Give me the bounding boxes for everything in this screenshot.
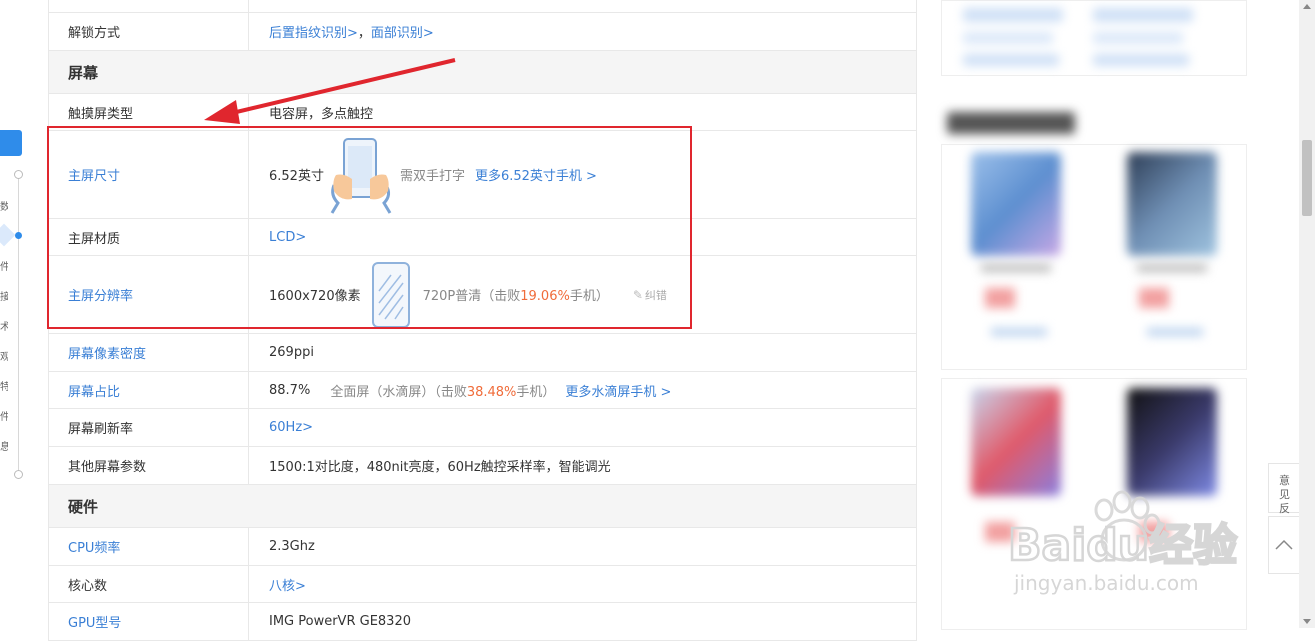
section-title-hardware: 硬件 (48, 485, 917, 528)
blurred-text (1147, 328, 1203, 336)
svg-text:Baidu经验: Baidu经验 (1008, 520, 1237, 571)
nav-label[interactable]: 件 (0, 408, 8, 423)
scroll-down-icon[interactable] (1303, 619, 1311, 624)
back-to-top-button[interactable] (1268, 516, 1300, 574)
baidu-jingyan-watermark: Baidu经验 jingyan.baidu.com (1006, 488, 1246, 598)
nav-current-marker (0, 223, 16, 247)
spec-key-link[interactable]: 屏幕像素密度 (49, 334, 249, 371)
scrollbar-thumb[interactable] (1302, 140, 1312, 216)
spec-key-link[interactable]: 屏幕占比 (49, 372, 249, 408)
table-row-refresh: 屏幕刷新率 60Hz> (48, 409, 917, 447)
spec-key: 其他屏幕参数 (49, 447, 249, 484)
spec-value: 88.7% (269, 382, 311, 398)
annotation-arrow-icon (204, 58, 456, 124)
nav-timeline (18, 174, 19, 474)
refresh-link[interactable]: 60Hz> (269, 420, 313, 435)
spec-key: 核心数 (49, 566, 249, 602)
nav-label[interactable]: 息 (0, 438, 8, 453)
table-row-other: 其他屏幕参数 1500:1对比度，480nit亮度，60Hz触控采样率，智能调光 (48, 447, 917, 485)
cores-link[interactable]: 八核> (269, 575, 306, 594)
blurred-heading (947, 112, 1075, 134)
scroll-up-icon[interactable] (1303, 4, 1311, 9)
spec-value: 269ppi (269, 345, 314, 360)
spec-key-link[interactable]: GPU型号 (49, 603, 249, 640)
table-row-cores: 核心数 八核> (48, 566, 917, 603)
nav-dot[interactable] (14, 470, 23, 479)
svg-text:jingyan.baidu.com: jingyan.baidu.com (1013, 571, 1199, 595)
blurred-text (1137, 264, 1207, 272)
nav-label[interactable]: 术 (0, 318, 8, 333)
blurred-price (1139, 288, 1169, 308)
nav-label[interactable]: 件 (0, 258, 8, 273)
nav-label[interactable]: 数 (0, 198, 8, 213)
spec-value: 2.3Ghz (269, 539, 315, 554)
spec-key: 屏幕刷新率 (49, 409, 249, 446)
spec-value: IMG PowerVR GE8320 (269, 614, 411, 629)
spec-value: 1500:1对比度，480nit亮度，60Hz触控采样率，智能调光 (269, 460, 611, 475)
nav-dot[interactable] (14, 170, 23, 179)
table-row-ratio: 屏幕占比 88.7% 全面屏（水滴屏）（击败38.48%手机） 更多水滴屏手机 … (48, 372, 917, 409)
more-waterdrop-link[interactable]: 更多水滴屏手机 > (565, 381, 671, 400)
phone-thumbnail[interactable] (1127, 152, 1217, 256)
nav-dot-current[interactable] (15, 232, 22, 239)
baidu-paw-logo: Baidu经验 jingyan.baidu.com (1007, 490, 1238, 595)
blurred-text (991, 328, 1047, 336)
table-row-cpu: CPU频率 2.3Ghz (48, 528, 917, 566)
ratio-note: 全面屏（水滴屏）（击败38.48%手机） (330, 384, 556, 400)
table-row-ppi: 屏幕像素密度 269ppi (48, 334, 917, 372)
nav-label[interactable]: 特 (0, 378, 8, 393)
feedback-button[interactable]: 意见反馈 (1268, 463, 1300, 529)
blurred-content (1093, 8, 1203, 68)
phone-thumbnail[interactable] (1127, 388, 1217, 496)
blurred-price (985, 288, 1015, 308)
nav-label[interactable]: 观 (0, 348, 8, 363)
phone-thumbnail[interactable] (971, 388, 1061, 496)
nav-label[interactable]: 接 (0, 288, 8, 303)
spec-key-link[interactable]: CPU频率 (49, 528, 249, 565)
page-scrollbar[interactable] (1299, 0, 1315, 628)
chevron-up-icon (1275, 539, 1293, 550)
blurred-text (981, 264, 1051, 272)
highlight-box (47, 126, 692, 329)
table-row-gpu: GPU型号 IMG PowerVR GE8320 (48, 603, 917, 641)
phone-thumbnail[interactable] (971, 152, 1061, 256)
blurred-content (963, 8, 1073, 68)
